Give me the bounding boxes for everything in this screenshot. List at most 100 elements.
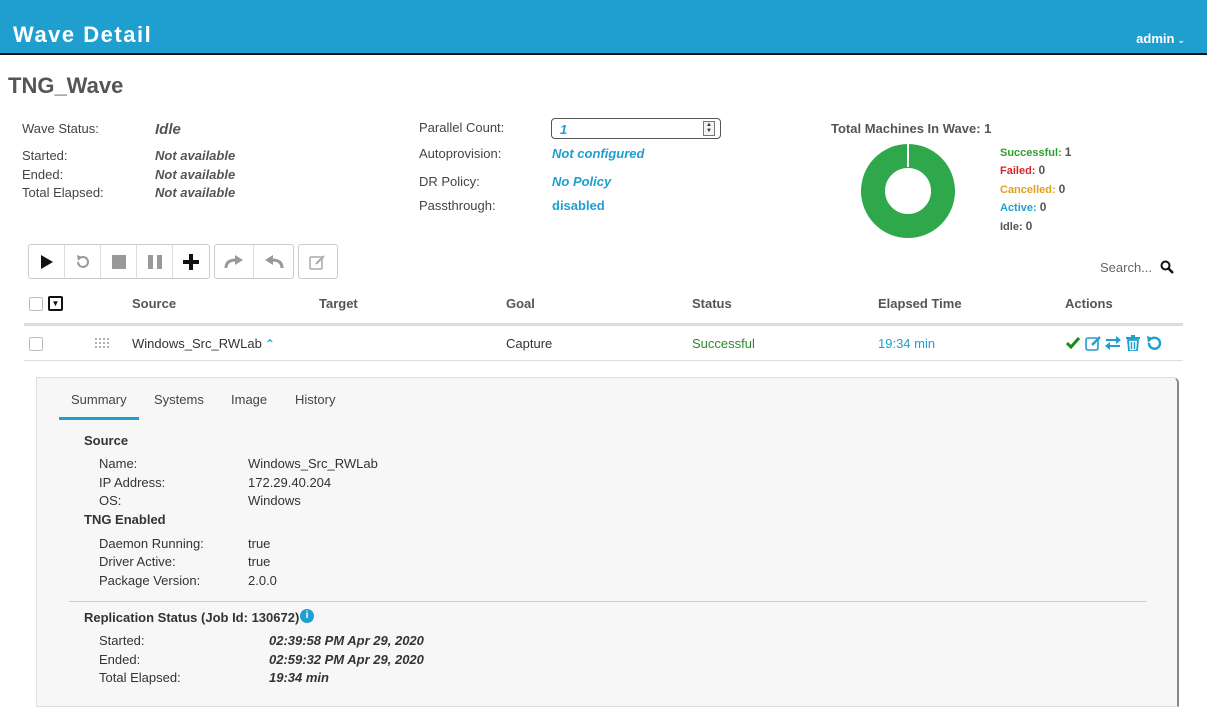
chevron-down-icon: ⌄ xyxy=(1177,35,1185,45)
drag-handle-icon[interactable] xyxy=(94,337,112,351)
passthrough-label: Passthrough: xyxy=(419,198,496,213)
repl-ended-label: Ended: xyxy=(99,652,141,667)
ended-label: Ended: xyxy=(22,167,64,182)
select-all-checkbox[interactable] xyxy=(29,297,43,311)
tab-image[interactable]: Image xyxy=(219,392,279,417)
table-header: ▼ Source Target Goal Status Elapsed Time… xyxy=(24,296,1183,326)
row-checkbox[interactable] xyxy=(29,337,43,351)
legend-idle: Idle: 0 xyxy=(1000,219,1032,233)
driver-active-value: true xyxy=(248,554,271,569)
repl-elapsed-label: Total Elapsed: xyxy=(99,670,181,685)
parallel-count-value: 1 xyxy=(560,122,568,137)
column-target[interactable]: Target xyxy=(319,296,358,311)
repl-started-value: 02:39:58 PM Apr 29, 2020 xyxy=(269,633,424,648)
redo-icon[interactable] xyxy=(215,245,254,278)
exchange-icon[interactable] xyxy=(1104,333,1122,353)
row-actions xyxy=(1064,333,1162,353)
replication-section-title: Replication Status (Job Id: 130672) xyxy=(84,610,300,625)
column-goal[interactable]: Goal xyxy=(506,296,535,311)
search-icon[interactable] xyxy=(1160,260,1174,274)
trash-icon[interactable] xyxy=(1124,333,1142,353)
undo-icon[interactable] xyxy=(254,245,293,278)
repl-started-label: Started: xyxy=(99,633,145,648)
column-status[interactable]: Status xyxy=(692,296,732,311)
row-status: Successful xyxy=(692,336,755,351)
legend-failed-label: Failed: xyxy=(1000,165,1036,177)
os-value: Windows xyxy=(248,493,301,508)
daemon-running-value: true xyxy=(248,536,271,551)
search-input[interactable]: Search... xyxy=(1100,260,1152,275)
edit-icon[interactable] xyxy=(299,245,337,278)
collapse-icon[interactable]: ⌃ xyxy=(265,337,275,351)
column-source[interactable]: Source xyxy=(132,296,176,311)
repl-elapsed-value: 19:34 min xyxy=(269,670,329,685)
autoprovision-label: Autoprovision: xyxy=(419,146,502,161)
app-title: Wave Detail xyxy=(13,22,153,47)
source-name-label: Name: xyxy=(99,456,138,471)
stop-icon[interactable] xyxy=(101,245,137,278)
info-icon[interactable]: i xyxy=(300,609,314,623)
tab-summary[interactable]: Summary xyxy=(59,392,139,420)
column-elapsed[interactable]: Elapsed Time xyxy=(878,296,962,311)
pause-icon[interactable] xyxy=(137,245,173,278)
add-icon[interactable] xyxy=(173,245,209,278)
checkmark-icon[interactable] xyxy=(1064,333,1082,353)
passthrough-link[interactable]: disabled xyxy=(552,198,605,213)
driver-active-label: Driver Active: xyxy=(99,554,176,569)
legend-successful: Successful: 1 xyxy=(1000,145,1071,159)
legend-active-label: Active: xyxy=(1000,202,1037,214)
select-dropdown-icon[interactable]: ▼ xyxy=(48,296,63,311)
wave-toolbar-main xyxy=(28,244,210,279)
legend-active: Active: 0 xyxy=(1000,200,1046,214)
ip-address-label: IP Address: xyxy=(99,475,166,490)
legend-successful-count: 1 xyxy=(1064,145,1072,159)
reset-icon[interactable] xyxy=(65,245,101,278)
row-source-text: Windows_Src_RWLab xyxy=(132,336,262,351)
wave-status-value: Idle xyxy=(155,121,181,138)
user-menu[interactable]: admin ⌄ xyxy=(1136,31,1185,46)
package-version-value: 2.0.0 xyxy=(248,573,277,588)
total-machines-title: Total Machines In Wave: 1 xyxy=(831,121,992,136)
section-divider xyxy=(69,601,1146,602)
legend-idle-label: Idle: xyxy=(1000,221,1023,233)
parallel-count-stepper[interactable]: 1 ▲ ▼ xyxy=(551,118,721,139)
parallel-count-label: Parallel Count: xyxy=(419,120,505,135)
tng-section-title: TNG Enabled xyxy=(84,512,166,527)
reset-icon[interactable] xyxy=(1144,333,1162,353)
row-source[interactable]: Windows_Src_RWLab ⌃ xyxy=(132,336,275,351)
top-bar: Wave Detail admin ⌄ xyxy=(0,0,1207,55)
status-donut-chart xyxy=(861,144,955,238)
ip-address-value: 172.29.40.204 xyxy=(248,475,332,490)
edit-icon[interactable] xyxy=(1084,333,1102,353)
legend-successful-label: Successful: xyxy=(1000,147,1062,159)
legend-active-count: 0 xyxy=(1039,200,1047,214)
play-icon[interactable] xyxy=(29,245,65,278)
source-section-title: Source xyxy=(84,433,129,448)
tab-history[interactable]: History xyxy=(283,392,347,417)
table-row[interactable]: Windows_Src_RWLab ⌃ Capture Successful 19… xyxy=(24,327,1183,361)
legend-idle-count: 0 xyxy=(1025,219,1033,233)
total-elapsed-label: Total Elapsed: xyxy=(22,185,104,200)
daemon-running-label: Daemon Running: xyxy=(99,536,204,551)
os-label: OS: xyxy=(99,493,122,508)
package-version-label: Package Version: xyxy=(99,573,201,588)
legend-failed-count: 0 xyxy=(1038,163,1046,177)
stepper-arrows-icon[interactable]: ▲ ▼ xyxy=(703,121,715,136)
dr-policy-label: DR Policy: xyxy=(419,174,480,189)
wave-status-label: Wave Status: xyxy=(22,121,99,136)
total-elapsed-value: Not available xyxy=(155,185,236,200)
legend-cancelled-count: 0 xyxy=(1058,182,1066,196)
autoprovision-link[interactable]: Not configured xyxy=(552,146,644,161)
user-name: admin xyxy=(1136,31,1175,46)
repl-ended-value: 02:59:32 PM Apr 29, 2020 xyxy=(269,652,424,667)
started-value: Not available xyxy=(155,148,236,163)
row-goal: Capture xyxy=(506,336,553,351)
legend-cancelled-label: Cancelled: xyxy=(1000,184,1056,196)
legend-failed: Failed: 0 xyxy=(1000,163,1045,177)
page-title: TNG_Wave xyxy=(8,73,124,98)
dr-policy-link[interactable]: No Policy xyxy=(552,174,611,189)
row-elapsed[interactable]: 19:34 min xyxy=(878,336,935,351)
wave-toolbar-secondary xyxy=(214,244,294,279)
source-name-value: Windows_Src_RWLab xyxy=(248,456,378,471)
tab-systems[interactable]: Systems xyxy=(142,392,216,417)
